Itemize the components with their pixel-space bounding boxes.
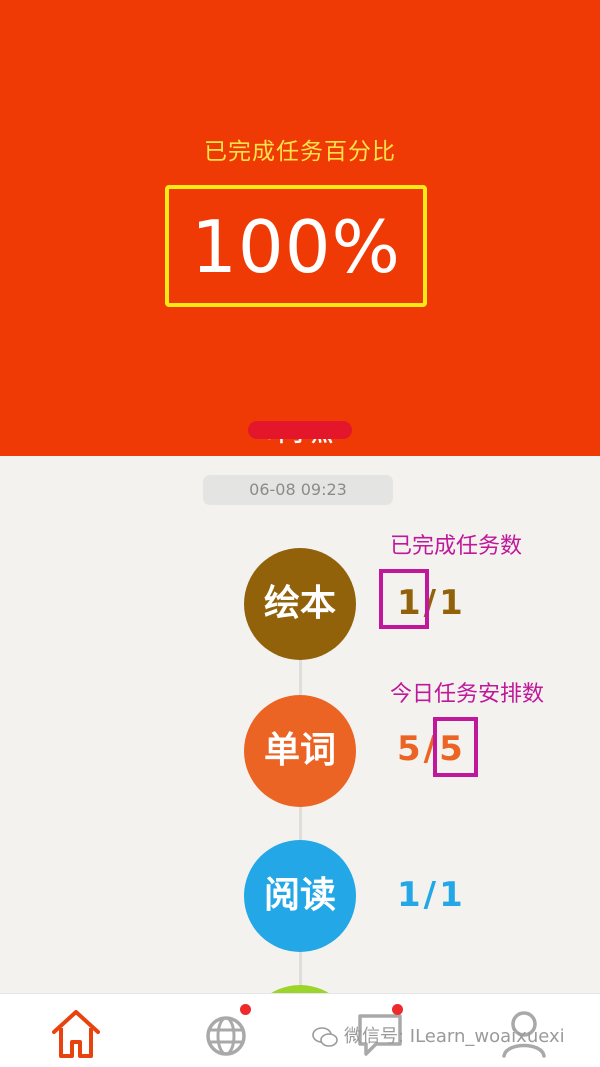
annotation-box-completed [379,569,429,629]
annotation-scheduled-count: 今日任务安排数 [390,682,545,707]
nav-home-tab[interactable] [46,1002,106,1062]
wechat-icon [312,1027,338,1047]
watermark: 微信号: ILearn_woaixuexi [312,1022,565,1048]
watermark-text: 微信号: ILearn_woaixuexi [344,1026,565,1047]
home-icon [52,1010,100,1058]
progress-header: 已完成任务百分比 100% 叶子杰 [0,0,600,456]
completion-percent-box: 100% [165,185,427,307]
task-reading-total: 1 [439,875,466,915]
task-words-done: 5 [397,729,424,769]
notification-dot [240,1004,251,1015]
nav-discover-tab[interactable] [198,1002,258,1062]
timestamp: 06-08 09:23 [203,475,393,505]
task-reading-done: 1 [397,875,424,915]
task-reading-count: 1/1 [397,875,466,915]
annotation-box-scheduled [433,717,478,777]
task-reading-button[interactable]: 阅读 [244,840,356,952]
redaction-mark [248,421,352,439]
task-picture-book-total: 1 [439,583,466,623]
task-picture-book-button[interactable]: 绘本 [244,548,356,660]
completion-percent: 100% [191,205,401,289]
notification-dot [392,1004,403,1015]
count-separator: / [423,875,440,915]
annotation-completed-count: 已完成任务数 [390,534,523,559]
app-screen: 已完成任务百分比 100% 叶子杰 06-08 09:23 绘本 1/1 单词 … [0,0,600,1067]
completion-label: 已完成任务百分比 [204,139,396,165]
task-words-button[interactable]: 单词 [244,695,356,807]
